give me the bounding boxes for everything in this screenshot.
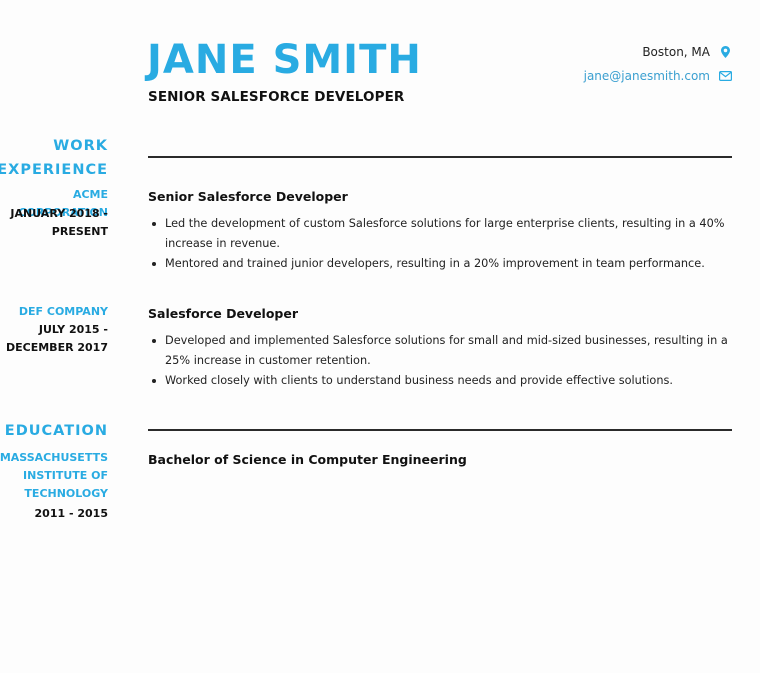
section-heading-work-experience: WORK EXPERIENCE [0, 134, 108, 182]
list-item: Worked closely with clients to understan… [148, 371, 732, 391]
date-line: DECEMBER 2017 [6, 341, 108, 354]
section-heading-education: EDUCATION [4, 423, 108, 439]
heading-line: EXPERIENCE [0, 162, 108, 178]
contact-email: jane@janesmith.com [584, 64, 732, 88]
date-line: PRESENT [51, 225, 108, 238]
envelope-icon [718, 69, 732, 83]
job-dates: JANUARY 2018 - PRESENT [0, 205, 108, 241]
list-item: Developed and implemented Salesforce sol… [148, 331, 732, 370]
job-title: Salesforce Developer [148, 306, 299, 321]
email-link[interactable]: jane@janesmith.com [584, 64, 710, 88]
job-dates: JULY 2015 - DECEMBER 2017 [0, 321, 108, 357]
school-line: TECHNOLOGY [24, 487, 108, 500]
heading-line: WORK [53, 138, 108, 154]
list-item: Led the development of custom Salesforce… [148, 214, 732, 253]
list-item: Mentored and trained junior developers, … [148, 254, 732, 274]
contact-location: Boston, MA [584, 40, 732, 64]
company-name: DEF COMPANY [18, 305, 108, 318]
school-line: MASSACHUSETTS [0, 451, 108, 464]
candidate-name: JANE SMITH [147, 37, 422, 83]
section-divider [148, 156, 732, 158]
degree-title: Bachelor of Science in Computer Engineer… [148, 452, 467, 467]
date-line: JANUARY 2018 - [10, 207, 108, 220]
education-dates: 2011 - 2015 [34, 507, 108, 520]
candidate-title: SENIOR SALESFORCE DEVELOPER [148, 89, 405, 105]
section-divider [148, 429, 732, 431]
date-line: JULY 2015 - [38, 323, 108, 336]
map-pin-icon [718, 45, 732, 59]
contact-info: Boston, MA jane@janesmith.com [584, 40, 732, 88]
job-title: Senior Salesforce Developer [148, 189, 348, 204]
school-name: MASSACHUSETTS INSTITUTE OF TECHNOLOGY [0, 449, 108, 503]
school-line: INSTITUTE OF [23, 469, 108, 482]
location-text: Boston, MA [642, 45, 710, 59]
job-bullets: Led the development of custom Salesforce… [148, 214, 732, 275]
job-bullets: Developed and implemented Salesforce sol… [148, 331, 732, 392]
